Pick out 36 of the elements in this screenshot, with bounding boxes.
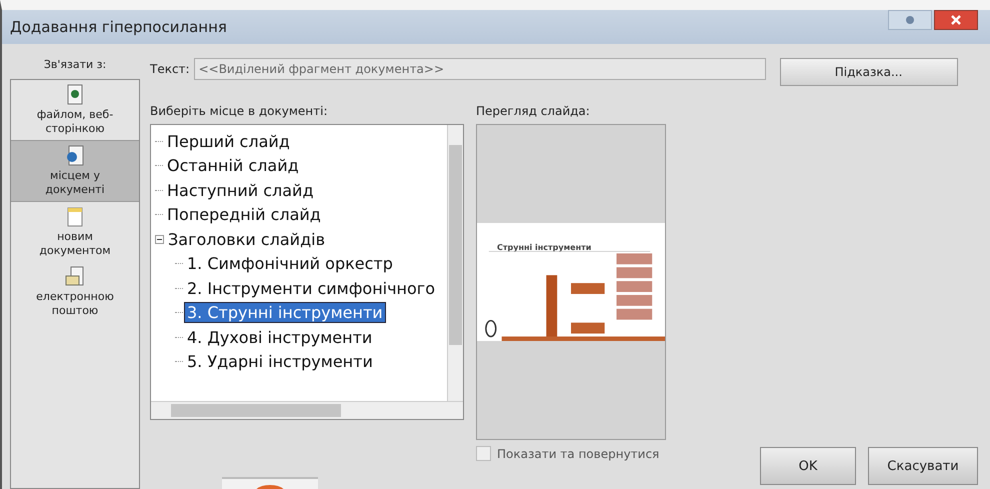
close-button[interactable] — [934, 10, 978, 30]
close-icon — [950, 14, 962, 26]
tree-item[interactable]: Наступний слайд — [165, 180, 316, 200]
checkbox[interactable] — [476, 446, 491, 461]
mail-document-icon — [64, 266, 86, 288]
new-document-icon — [65, 206, 85, 228]
place-label: Виберіть місце в документі: — [150, 104, 329, 118]
tree-item[interactable]: 2. Інструменти симфонічного — [185, 278, 437, 298]
checkbox-label: Показати та повернутися — [497, 446, 660, 460]
link-type-item[interactable]: місцем у документі — [11, 140, 139, 202]
tree-item[interactable]: Перший слайд — [165, 132, 292, 151]
link-type-item[interactable]: електронною поштою — [11, 262, 139, 322]
preview-label: Перегляд слайда: — [476, 104, 591, 118]
help-icon — [905, 15, 915, 25]
link-type-item[interactable]: новим документом — [11, 202, 139, 262]
tree-item[interactable]: 5. Ударні інструменти — [185, 352, 375, 372]
document-link-icon — [64, 145, 86, 167]
link-to-label: Зв'язати з: — [44, 58, 106, 71]
text-field[interactable]: <<Виділений фрагмент документа>> — [194, 58, 766, 80]
collapse-toggle[interactable] — [155, 234, 165, 244]
dialog-button[interactable]: Скасувати — [868, 447, 978, 485]
tree-item[interactable]: 1. Симфонічний оркестр — [185, 254, 395, 274]
screentip-button[interactable]: Підказка... — [780, 58, 958, 86]
vertical-scrollbar[interactable] — [447, 125, 463, 401]
window-title: Додавання гіперпосилання — [10, 18, 227, 36]
text-label: Текст: — [150, 61, 190, 76]
tree-item[interactable]: Останній слайд — [165, 156, 301, 176]
tree-item[interactable]: Попередній слайд — [165, 205, 323, 224]
dialog-button[interactable]: OK — [760, 447, 856, 485]
slide-title: Струнні інструменти — [496, 242, 592, 252]
document-globe-icon — [65, 84, 85, 106]
horizontal-scrollbar[interactable] — [151, 401, 463, 419]
link-type-item[interactable]: файлом, веб-сторінкою — [11, 80, 139, 140]
tree-item[interactable]: 4. Духові інструменти — [185, 328, 374, 347]
tree-item[interactable]: Заголовки слайдів — [166, 230, 328, 249]
tree-item[interactable]: 3. Струнні інструменти — [185, 303, 385, 322]
